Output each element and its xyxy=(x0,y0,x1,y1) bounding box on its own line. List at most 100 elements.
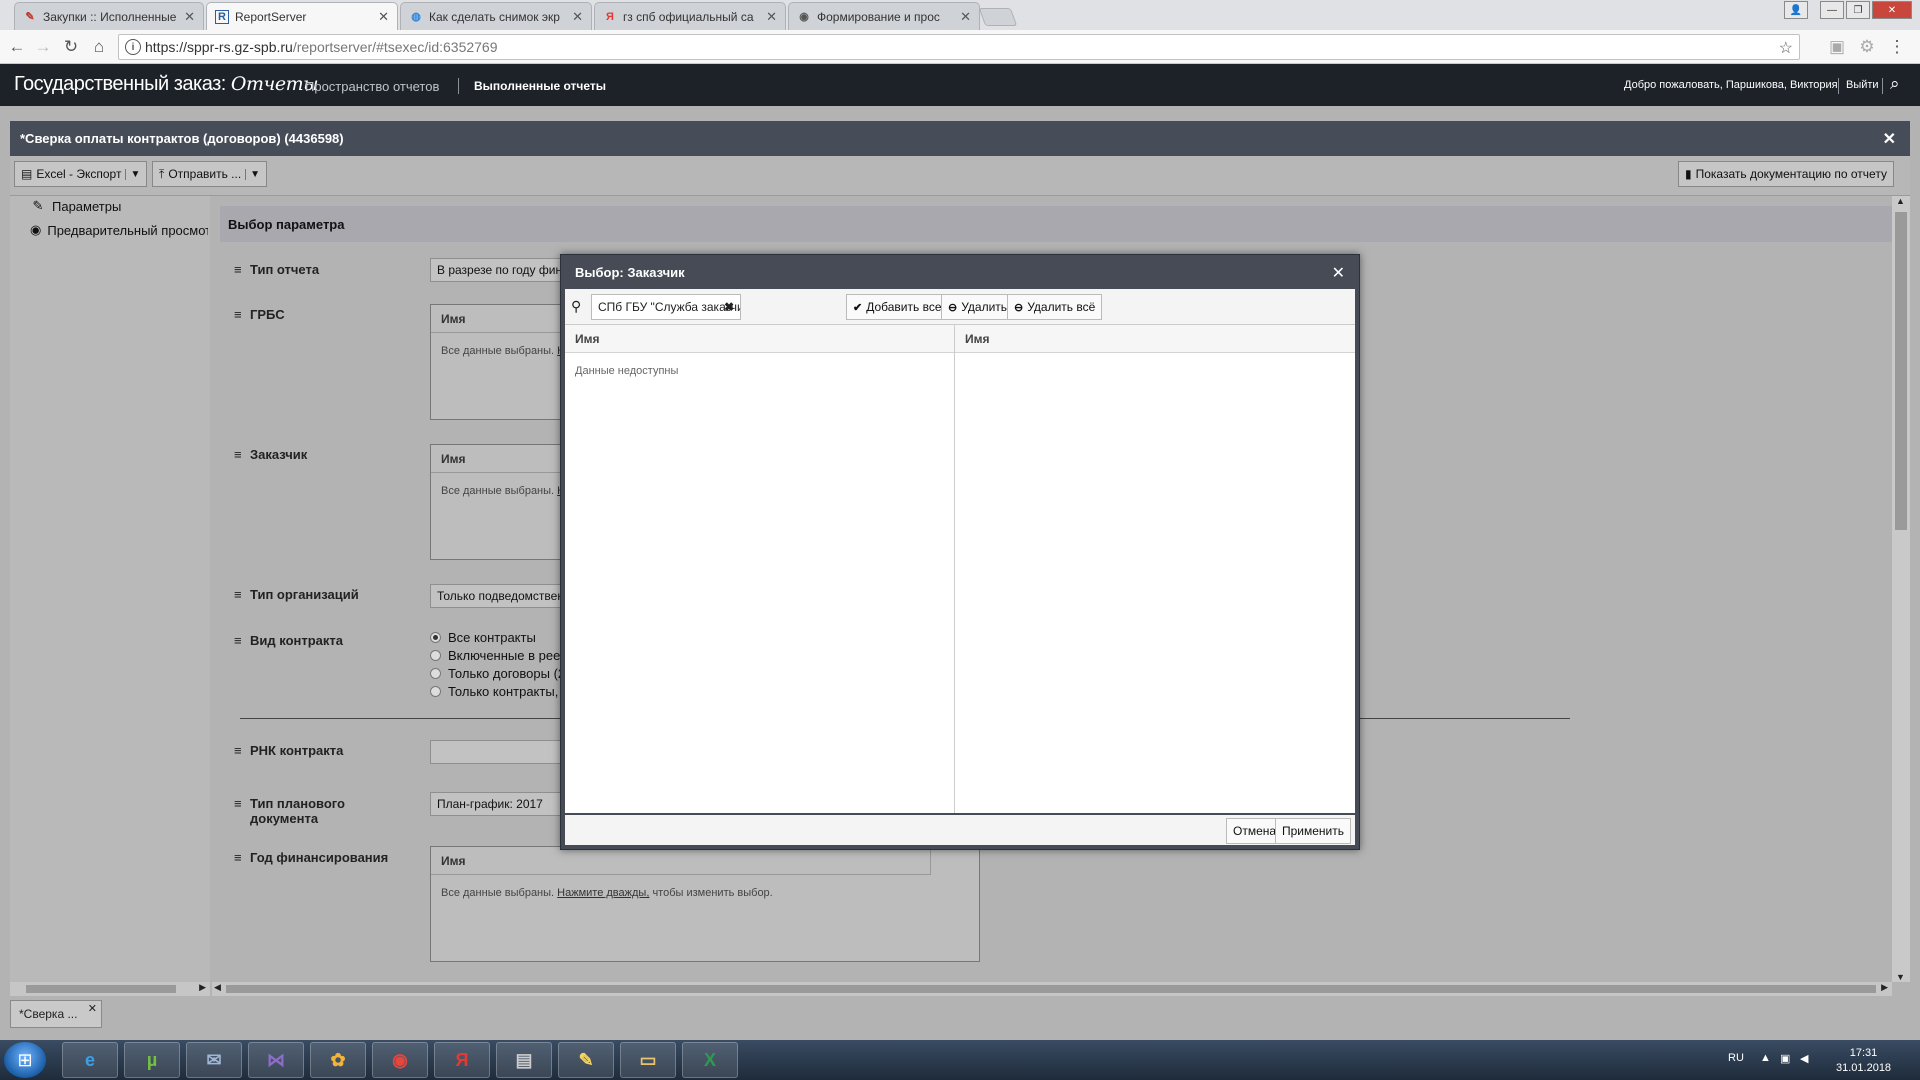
apply-button[interactable]: Применить xyxy=(1275,818,1352,844)
network-icon[interactable]: ▣ xyxy=(1780,1052,1790,1065)
volume-icon[interactable]: ◀ xyxy=(1800,1052,1808,1065)
picasa-icon[interactable]: ✿ xyxy=(310,1042,366,1078)
scroll-down-icon[interactable]: ▼ xyxy=(1896,972,1905,982)
forward-icon[interactable]: → xyxy=(32,36,54,58)
url-input[interactable]: i https://sppr-rs.gz-spb.ru/reportserver… xyxy=(118,34,1800,60)
grbs-label: ≡ ГРБС xyxy=(234,307,285,322)
home-icon[interactable]: ⌂ xyxy=(88,36,110,58)
contract-kind-radio-all[interactable]: Все контракты xyxy=(430,630,536,645)
sidebar-item-preview[interactable]: ◉ Предварительный просмотр xyxy=(30,222,208,238)
drag-handle-icon[interactable]: ≡ xyxy=(234,447,246,462)
close-icon[interactable]: ✕ xyxy=(88,1002,97,1015)
radio-button[interactable] xyxy=(430,668,441,679)
excel-export-button[interactable]: ▤ Excel - Экспорт ▼ xyxy=(14,161,148,187)
scrollbar-thumb[interactable] xyxy=(226,985,1876,993)
drag-handle-icon[interactable]: ≡ xyxy=(234,262,246,277)
panel-horizontal-scrollbar[interactable]: ◀ ▶ xyxy=(212,982,1892,996)
close-icon[interactable]: ✕ xyxy=(766,9,777,25)
drag-handle-icon[interactable]: ≡ xyxy=(234,796,246,811)
rnk-label: ≡ РНК контракта xyxy=(234,743,343,758)
column-header[interactable]: Имя xyxy=(565,325,954,353)
browser-tab-active[interactable]: R ReportServer ✕ xyxy=(206,2,398,30)
start-button[interactable]: ⊞ xyxy=(4,1042,46,1078)
browser-tab[interactable]: ◍ Как сделать снимок экр ✕ xyxy=(400,2,592,30)
utorrent-icon[interactable]: µ xyxy=(124,1042,180,1078)
check-icon: ✔ xyxy=(853,301,863,314)
remove-all-button[interactable]: ⊖ Удалить всё xyxy=(1007,294,1103,320)
clear-icon[interactable]: ✖ xyxy=(724,300,734,314)
close-icon[interactable]: ✕ xyxy=(184,9,195,25)
column-header[interactable]: Имя xyxy=(955,325,1355,353)
explorer-icon[interactable]: ▭ xyxy=(620,1042,676,1078)
drag-handle-icon[interactable]: ≡ xyxy=(234,307,246,322)
sidebar-horizontal-scrollbar[interactable]: ▶ xyxy=(10,982,210,996)
excel-icon[interactable]: X xyxy=(682,1042,738,1078)
close-icon[interactable]: ✕ xyxy=(572,9,583,25)
chevron-down-icon[interactable]: ▼ xyxy=(125,168,140,180)
save-page-icon[interactable]: ▣ xyxy=(1826,36,1848,58)
close-icon[interactable]: ✕ xyxy=(960,9,971,25)
drag-handle-icon[interactable]: ≡ xyxy=(234,633,246,648)
close-icon[interactable]: ✕ xyxy=(378,9,389,25)
radio-button[interactable] xyxy=(430,632,441,643)
scrollbar-thumb[interactable] xyxy=(1895,212,1907,530)
mail-icon[interactable]: ✉ xyxy=(186,1042,242,1078)
scroll-up-icon[interactable]: ▲ xyxy=(1896,196,1905,206)
ie-icon[interactable]: e xyxy=(62,1042,118,1078)
scroll-right-icon[interactable]: ▶ xyxy=(1881,982,1888,993)
radio-button[interactable] xyxy=(430,686,441,697)
browser-tab[interactable]: ✎ Закупки :: Исполненные ✕ xyxy=(14,2,204,30)
browser-tab[interactable]: ◉ Формирование и прос ✕ xyxy=(788,2,980,30)
back-icon[interactable]: ← xyxy=(6,36,28,58)
nav-reports-space[interactable]: Пространство отчетов xyxy=(305,79,439,94)
selected-items-list[interactable]: Имя xyxy=(955,325,1355,813)
info-icon: i xyxy=(125,39,141,55)
remove-button[interactable]: ⊖ Удалить xyxy=(941,294,1015,320)
sidebar-item-parameters[interactable]: ✎ Параметры xyxy=(30,198,208,214)
close-report-icon[interactable]: ✕ xyxy=(1883,129,1896,149)
app-logo[interactable]: Государственный заказ: Отчеты xyxy=(14,73,319,96)
visual-studio-icon[interactable]: ⋈ xyxy=(248,1042,304,1078)
dialog-close-icon[interactable]: ✕ xyxy=(1332,263,1345,283)
fin-year-label: ≡ Год финансирования xyxy=(234,850,388,865)
scroll-right-icon[interactable]: ▶ xyxy=(199,982,206,993)
grid-hint-link[interactable]: Нажмите дважды, xyxy=(557,887,649,899)
printer-icon[interactable]: ▤ xyxy=(496,1042,552,1078)
drag-handle-icon[interactable]: ≡ xyxy=(234,850,246,865)
radio-button[interactable] xyxy=(430,650,441,661)
bookmark-star-icon[interactable]: ☆ xyxy=(1779,38,1793,58)
search-icon[interactable]: ⌕ xyxy=(1890,74,1900,94)
drag-handle-icon[interactable]: ≡ xyxy=(234,743,246,758)
chrome-icon[interactable]: ◉ xyxy=(372,1042,428,1078)
reload-icon[interactable]: ↻ xyxy=(60,36,82,58)
vertical-scrollbar[interactable]: ▲ ▼ xyxy=(1892,196,1910,982)
browser-tab[interactable]: Я гз спб официальный са ✕ xyxy=(594,2,786,30)
tab-label: гз спб официальный са xyxy=(623,9,754,24)
window-close-button[interactable]: ✕ xyxy=(1872,1,1912,19)
drag-handle-icon[interactable]: ≡ xyxy=(234,587,246,602)
extension-icon[interactable]: ⚙ xyxy=(1856,36,1878,58)
search-input[interactable]: СПб ГБУ "Служба заказчика" ✖ xyxy=(591,294,741,320)
url-host: https://sppr-rs.gz-spb.ru xyxy=(145,39,293,55)
minimize-button[interactable]: — xyxy=(1820,1,1844,19)
add-all-button[interactable]: ✔ Добавить все xyxy=(846,294,949,320)
maximize-button[interactable]: ❐ xyxy=(1846,1,1870,19)
new-tab-button[interactable] xyxy=(978,8,1018,26)
menu-icon[interactable]: ⋮ xyxy=(1886,36,1908,58)
scroll-left-icon[interactable]: ◀ xyxy=(214,982,221,993)
yandex-browser-icon[interactable]: Я xyxy=(434,1042,490,1078)
profile-button[interactable]: 👤 xyxy=(1784,1,1808,19)
clock[interactable]: 17:31 31.01.2018 xyxy=(1836,1046,1891,1076)
logout-link[interactable]: Выйти xyxy=(1846,79,1879,91)
send-button[interactable]: ⤒ Отправить ... ▼ xyxy=(152,161,268,187)
available-items-list[interactable]: Имя Данные недоступны xyxy=(565,325,955,813)
nav-executed-reports[interactable]: Выполненные отчеты xyxy=(474,79,606,93)
show-docs-button[interactable]: ▮ Показать документацию по отчету xyxy=(1678,161,1894,187)
language-indicator[interactable]: RU xyxy=(1728,1052,1744,1064)
tray-expand-icon[interactable]: ▲ xyxy=(1760,1052,1771,1064)
chevron-down-icon[interactable]: ▼ xyxy=(245,168,260,180)
report-bottom-tab[interactable]: *Сверка ... ✕ xyxy=(10,1000,102,1028)
notes-icon[interactable]: ✎ xyxy=(558,1042,614,1078)
scrollbar-thumb[interactable] xyxy=(26,985,176,993)
fin-year-grid[interactable]: Имя Все данные выбраны. Нажмите дважды, … xyxy=(430,846,980,962)
